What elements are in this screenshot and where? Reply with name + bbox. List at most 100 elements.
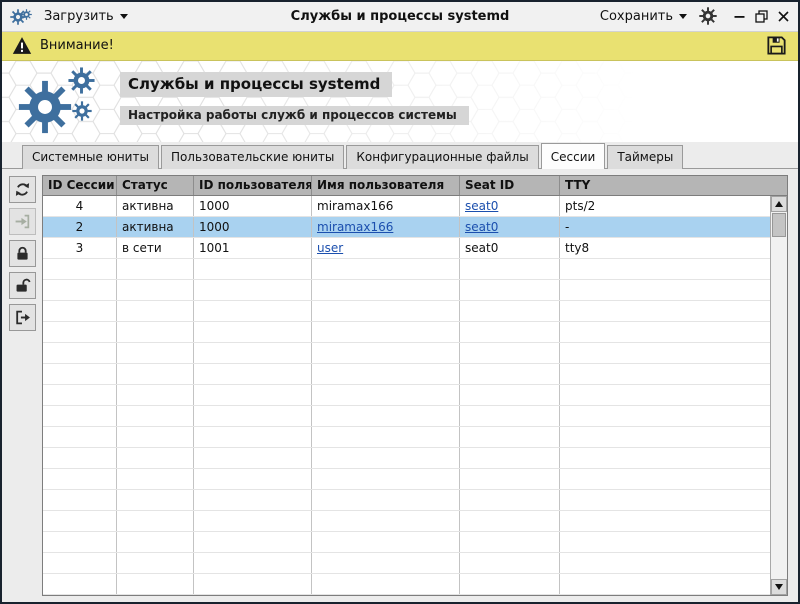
tab-system-units[interactable]: Системные юниты (22, 145, 159, 169)
tab-user-units[interactable]: Пользовательские юниты (161, 145, 344, 169)
load-menu-button[interactable]: Загрузить (44, 9, 128, 24)
column-header[interactable]: Seat ID (460, 176, 560, 195)
cell-link[interactable]: miramax166 (317, 220, 393, 234)
lock-closed-button[interactable] (9, 240, 36, 267)
table-cell (460, 469, 560, 489)
column-header[interactable]: Имя пользователя (312, 176, 460, 195)
scrollbar-track[interactable] (771, 238, 787, 579)
column-header[interactable]: Статус (117, 176, 194, 195)
table-cell (312, 469, 460, 489)
tab-timers[interactable]: Таймеры (607, 145, 683, 169)
table-cell (43, 364, 117, 384)
session-row[interactable]: 3в сети1001userseat0tty8 (43, 238, 787, 259)
table-cell: pts/2 (560, 196, 787, 216)
table-cell (560, 532, 787, 552)
scroll-up-button[interactable] (771, 196, 787, 212)
table-cell (43, 301, 117, 321)
table-cell (194, 532, 312, 552)
cell-link[interactable]: seat0 (465, 220, 498, 234)
app-window: Загрузить Службы и процессы systemd Сохр… (0, 0, 800, 604)
table-cell (312, 301, 460, 321)
empty-row (43, 469, 787, 490)
table-cell (312, 490, 460, 510)
session-row[interactable]: 2активна1000miramax166seat0- (43, 217, 787, 238)
table-cell: 2 (43, 217, 117, 237)
save-menu-button[interactable]: Сохранить (600, 9, 687, 24)
empty-row (43, 553, 787, 574)
table-cell (560, 511, 787, 531)
table-cell (117, 322, 194, 342)
maximize-button[interactable] (755, 10, 768, 23)
vertical-scrollbar[interactable] (770, 196, 787, 595)
table-cell: в сети (117, 238, 194, 258)
table-cell (312, 427, 460, 447)
column-header[interactable]: TTY (560, 176, 787, 195)
table-cell (43, 553, 117, 573)
table-cell: user (312, 238, 460, 258)
scrollbar-thumb[interactable] (772, 213, 786, 237)
table-header-row: ID СессииСтатусID пользователяИмя пользо… (43, 176, 787, 196)
table-cell (460, 553, 560, 573)
table-cell: 1000 (194, 217, 312, 237)
table-cell (117, 574, 194, 594)
table-cell (117, 469, 194, 489)
table-cell (460, 406, 560, 426)
column-header[interactable]: ID пользователя (194, 176, 312, 195)
table-cell (560, 343, 787, 363)
table-cell: miramax166 (312, 217, 460, 237)
sessions-table: ID СессииСтатусID пользователяИмя пользо… (42, 175, 788, 596)
logout-button[interactable] (9, 304, 36, 331)
app-gears-icon (10, 5, 34, 27)
table-cell (43, 448, 117, 468)
session-row[interactable]: 4активна1000miramax166seat0pts/2 (43, 196, 787, 217)
table-cell (560, 490, 787, 510)
table-cell (312, 364, 460, 384)
empty-row (43, 259, 787, 280)
table-cell (194, 511, 312, 531)
scroll-down-button[interactable] (771, 579, 787, 595)
floppy-save-icon[interactable] (765, 34, 788, 57)
table-cell (43, 469, 117, 489)
table-cell (194, 490, 312, 510)
warning-bar: Внимание! (2, 32, 798, 62)
table-cell (312, 322, 460, 342)
cell-link[interactable]: seat0 (465, 199, 498, 213)
refresh-button[interactable] (9, 176, 36, 203)
titlebar: Загрузить Службы и процессы systemd Сохр… (2, 2, 798, 32)
table-cell (43, 322, 117, 342)
empty-row (43, 343, 787, 364)
table-rows: 4активна1000miramax166seat0pts/22активна… (43, 196, 787, 595)
table-cell (194, 280, 312, 300)
table-cell: seat0 (460, 196, 560, 216)
tab-sessions[interactable]: Сессии (541, 143, 606, 169)
table-body: 4активна1000miramax166seat0pts/22активна… (43, 196, 787, 595)
table-cell (460, 532, 560, 552)
close-button[interactable] (777, 10, 790, 23)
table-cell (312, 511, 460, 531)
table-cell (43, 532, 117, 552)
table-cell (460, 385, 560, 405)
tab-config-files[interactable]: Конфигурационные файлы (346, 145, 538, 169)
load-menu-label: Загрузить (44, 9, 114, 24)
table-cell (194, 301, 312, 321)
settings-gear-icon[interactable] (699, 7, 717, 25)
table-cell (194, 322, 312, 342)
table-cell (194, 343, 312, 363)
table-cell (117, 280, 194, 300)
empty-row (43, 574, 787, 595)
lock-open-button[interactable] (9, 272, 36, 299)
table-cell: 1001 (194, 238, 312, 258)
table-cell (194, 448, 312, 468)
minimize-button[interactable] (733, 10, 746, 23)
table-cell (312, 259, 460, 279)
table-cell (460, 511, 560, 531)
table-cell (43, 511, 117, 531)
table-cell (460, 574, 560, 594)
table-cell (560, 406, 787, 426)
column-header[interactable]: ID Сессии (43, 176, 117, 195)
cell-link[interactable]: user (317, 241, 343, 255)
table-cell (560, 301, 787, 321)
table-cell (117, 490, 194, 510)
table-cell (43, 427, 117, 447)
table-cell (460, 364, 560, 384)
